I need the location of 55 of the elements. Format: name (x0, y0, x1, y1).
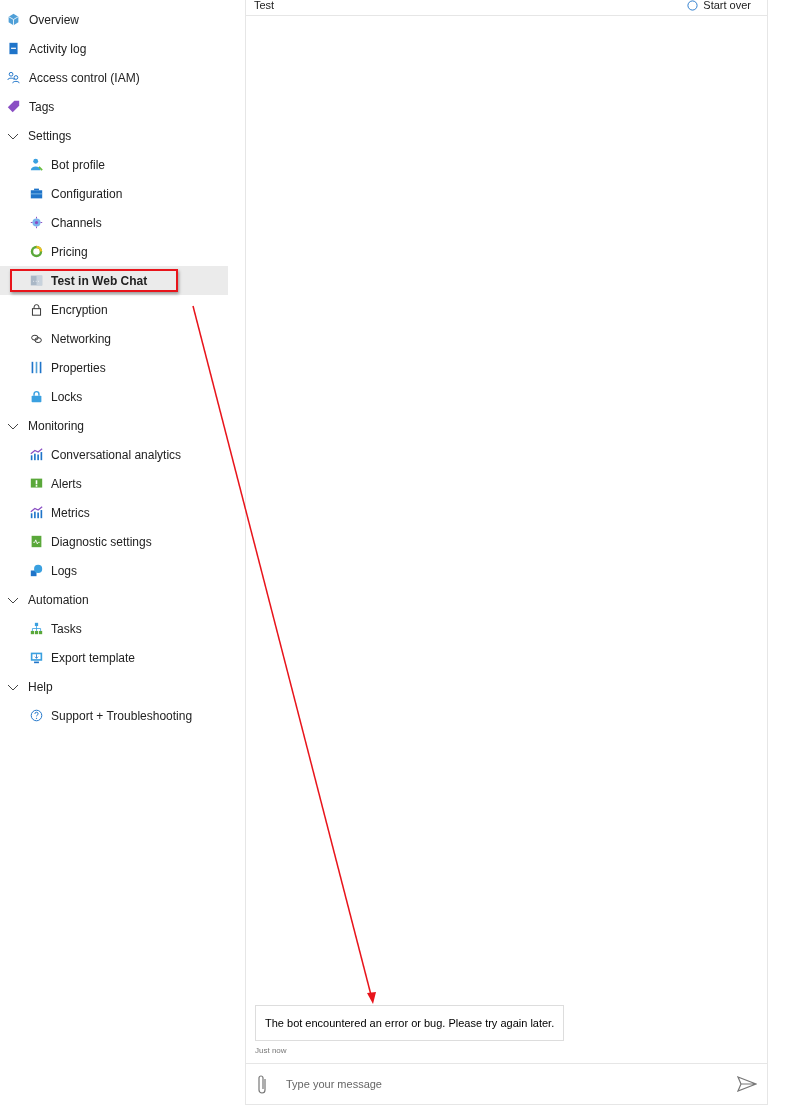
message-time: Just now (255, 1046, 288, 1055)
nav-item[interactable]: Logs (0, 556, 228, 585)
nav-item[interactable]: Networking (0, 324, 228, 353)
paperclip-icon (256, 1073, 268, 1095)
globe-icon (30, 216, 43, 229)
document-icon (7, 42, 20, 55)
attach-button[interactable] (256, 1073, 268, 1095)
alert-icon (30, 477, 43, 490)
nav-item[interactable]: Locks (0, 382, 228, 411)
nav-item[interactable]: Alerts (0, 469, 228, 498)
coin-icon (30, 245, 43, 258)
nav-item[interactable]: Pricing (0, 237, 228, 266)
message-bubble: The bot encountered an error or bug. Please try again later. (255, 1005, 565, 1041)
cube-icon (7, 13, 20, 26)
nav-item[interactable]: Tasks (0, 614, 228, 643)
lock-icon (30, 390, 43, 403)
nav-group[interactable]: Automation (0, 585, 228, 614)
pulse-icon (30, 535, 43, 548)
nav-item[interactable]: Overview (0, 5, 228, 34)
nav-item[interactable]: Encryption (0, 295, 228, 324)
chart-icon (30, 506, 43, 519)
briefcase-icon (30, 187, 43, 200)
link-icon (30, 332, 43, 345)
nav-item[interactable]: Properties (0, 353, 228, 382)
start-over-button[interactable]: Start over (687, 0, 751, 11)
lock-icon (30, 303, 43, 316)
nav-group[interactable]: Help (0, 672, 228, 701)
hierarchy-icon (30, 622, 43, 635)
nav-item[interactable]: Export template (0, 643, 228, 672)
people-icon (7, 71, 20, 84)
nav-item[interactable]: Configuration (0, 179, 228, 208)
nav-item[interactable]: Channels (0, 208, 228, 237)
nav-item[interactable]: Tags (0, 92, 228, 121)
nav-item[interactable]: Diagnostic settings (0, 527, 228, 556)
nav-item[interactable]: Access control (IAM) (0, 63, 228, 92)
monitor-icon (30, 651, 43, 664)
refresh-icon (687, 0, 699, 11)
nav-item[interactable]: Metrics (0, 498, 228, 527)
nav-item[interactable]: Bot profile (0, 150, 228, 179)
send-icon (737, 1076, 757, 1092)
nav-item[interactable]: Activity log (0, 34, 228, 63)
chart-icon (30, 448, 43, 461)
chat-title: Test (254, 0, 275, 11)
nav-item[interactable]: Conversational analytics (0, 440, 228, 469)
send-button[interactable] (737, 1076, 757, 1092)
nav-item[interactable]: Support + Troubleshooting (0, 701, 228, 730)
tag-icon (7, 100, 20, 113)
chat-window-icon (30, 274, 43, 287)
nav-item[interactable]: Test in Web Chat (0, 266, 228, 295)
logs-icon (30, 564, 43, 577)
nav-group[interactable]: Monitoring (0, 411, 228, 440)
help-icon (30, 709, 43, 722)
nav-group[interactable]: Settings (0, 121, 228, 150)
person-icon (30, 158, 43, 171)
bars-icon (30, 361, 43, 374)
